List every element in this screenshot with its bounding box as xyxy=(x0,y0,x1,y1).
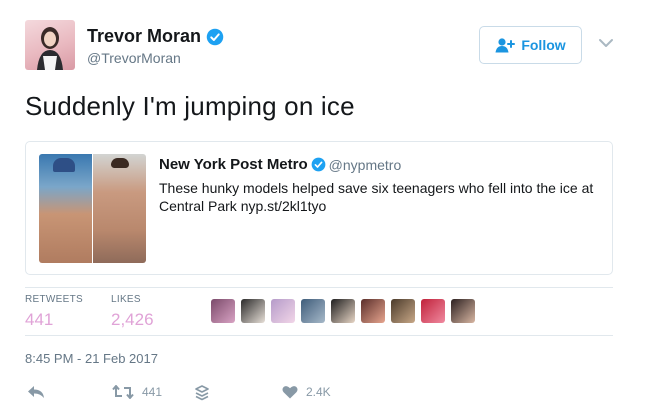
liker-avatar[interactable] xyxy=(361,299,385,323)
verified-badge-icon xyxy=(206,28,224,45)
liker-avatar[interactable] xyxy=(451,299,475,323)
tweet-text: Suddenly I'm jumping on ice xyxy=(25,91,355,121)
divider xyxy=(25,335,613,336)
heart-icon xyxy=(282,386,298,399)
chevron-down-icon[interactable] xyxy=(598,37,614,49)
likes-label: LIKES xyxy=(111,294,141,305)
liker-avatars xyxy=(211,299,481,323)
liker-avatar[interactable] xyxy=(421,299,445,323)
verified-badge-icon xyxy=(311,157,326,172)
retweet-icon xyxy=(112,385,134,399)
moments-button[interactable] xyxy=(195,385,209,401)
tweet-timestamp[interactable]: 8:45 PM - 21 Feb 2017 xyxy=(25,351,158,366)
retweet-button[interactable]: 441 xyxy=(112,385,162,399)
quoted-tweet[interactable]: New York Post Metro @nypmetro These hunk… xyxy=(25,141,613,275)
follow-button[interactable]: Follow xyxy=(479,26,582,64)
add-user-icon xyxy=(495,38,516,53)
author-avatar[interactable] xyxy=(25,20,75,70)
quoted-author-handle: @nypmetro xyxy=(328,156,402,173)
author-handle[interactable]: @TrevorMoran xyxy=(87,50,181,66)
like-button[interactable]: 2.4K xyxy=(282,385,331,399)
likes-stat[interactable]: LIKES 2,426 xyxy=(111,294,154,330)
liker-avatar[interactable] xyxy=(331,299,355,323)
retweets-label: RETWEETS xyxy=(25,294,83,305)
reply-icon xyxy=(28,386,44,398)
retweets-stat[interactable]: RETWEETS 441 xyxy=(25,294,83,330)
author-name[interactable]: Trevor Moran xyxy=(87,26,201,47)
like-count: 2.4K xyxy=(306,385,331,399)
retweets-value: 441 xyxy=(25,310,54,329)
model-photo-right xyxy=(92,154,146,263)
retweet-count: 441 xyxy=(142,385,163,399)
likes-value: 2,426 xyxy=(111,310,154,329)
liker-avatar[interactable] xyxy=(391,299,415,323)
reply-button[interactable] xyxy=(27,385,45,399)
quoted-tweet-header: New York Post Metro @nypmetro xyxy=(159,156,401,173)
quoted-author-name: New York Post Metro xyxy=(159,156,308,173)
follow-label: Follow xyxy=(521,37,566,53)
divider xyxy=(25,287,613,288)
quoted-tweet-image xyxy=(39,154,146,263)
author-name-row: Trevor Moran xyxy=(87,26,224,47)
quoted-tweet-text: These hunky models helped save six teena… xyxy=(159,180,594,214)
layers-icon xyxy=(195,385,209,401)
liker-avatar[interactable] xyxy=(271,299,295,323)
model-photo-left xyxy=(39,154,92,263)
liker-avatar[interactable] xyxy=(211,299,235,323)
liker-avatar[interactable] xyxy=(301,299,325,323)
liker-avatar[interactable] xyxy=(241,299,265,323)
